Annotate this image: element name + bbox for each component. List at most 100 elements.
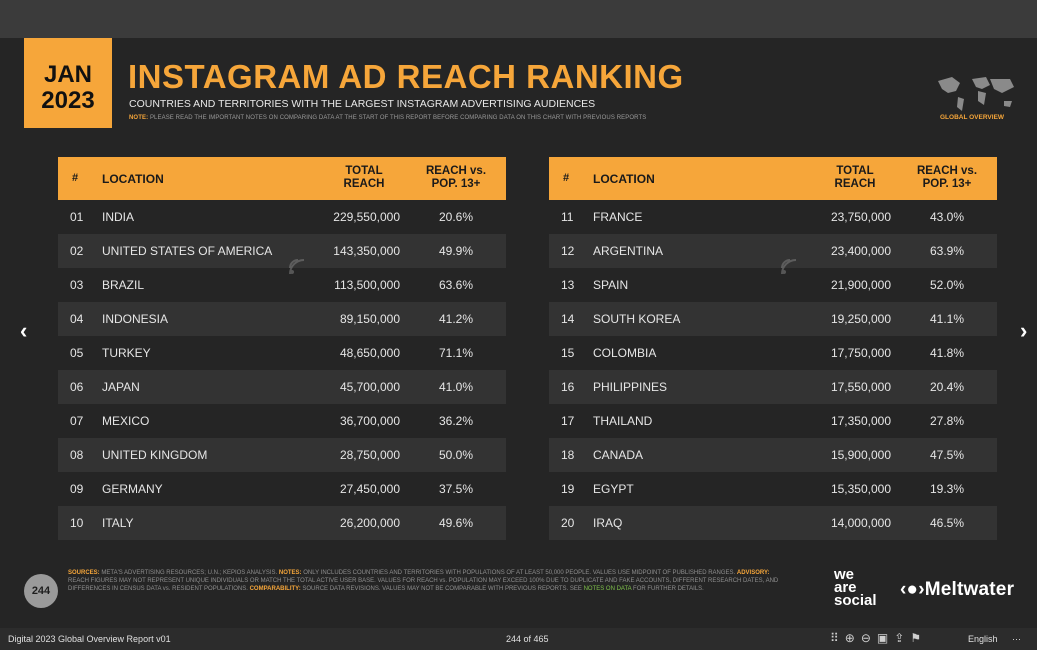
page-subtitle: COUNTRIES AND TERRITORIES WITH THE LARGE… xyxy=(129,98,596,110)
ranking-table-right: # LOCATION TOTAL REACH REACH vs. POP. 13+ … xyxy=(549,157,997,540)
table-row: 11 FRANCE 23,750,000 43.0% xyxy=(549,200,997,234)
language-selector[interactable]: English xyxy=(968,634,998,644)
slide: JAN 2023 INSTAGRAM AD REACH RANKING COUN… xyxy=(0,38,1037,628)
date-year: 2023 xyxy=(41,87,95,114)
flag-icon[interactable]: ⚑ xyxy=(910,631,927,645)
row-reach-vs-pop: 50.0% xyxy=(438,448,474,462)
row-rank: 09 xyxy=(70,482,84,496)
advisory-label: ADVISORY: xyxy=(736,570,770,576)
row-location: COLOMBIA xyxy=(593,346,657,360)
notes-body: ONLY INCLUDES COUNTRIES AND TERRITORIES … xyxy=(303,570,736,576)
table-row: 17 THAILAND 17,350,000 27.8% xyxy=(549,404,997,438)
more-options-button[interactable]: ··· xyxy=(1012,634,1021,644)
note-text: NOTE: PLEASE READ THE IMPORTANT NOTES ON… xyxy=(129,115,646,121)
row-total-reach: 17,350,000 xyxy=(830,414,891,428)
table-row: 19 EGYPT 15,350,000 19.3% xyxy=(549,472,997,506)
next-slide-button[interactable]: › xyxy=(1020,318,1027,344)
row-location: IRAQ xyxy=(593,516,623,530)
note-label: NOTE: xyxy=(129,115,149,121)
logo-line3: social xyxy=(834,592,877,609)
header-total-line1: TOTAL xyxy=(836,165,874,177)
row-rank: 19 xyxy=(561,482,575,496)
row-location: UNITED KINGDOM xyxy=(102,448,208,462)
comparability-end: FOR FURTHER DETAILS. xyxy=(633,586,704,592)
header-total-reach: TOTAL REACH xyxy=(815,165,895,191)
header-total-line2: REACH xyxy=(834,178,876,190)
zoom-out-icon[interactable]: ⊖ xyxy=(861,631,877,645)
meltwater-wordmark: Meltwater xyxy=(924,579,1015,600)
row-reach-vs-pop: 52.0% xyxy=(929,278,965,292)
row-rank: 01 xyxy=(70,210,84,224)
previous-slide-button[interactable]: ‹ xyxy=(20,318,27,344)
row-total-reach: 27,450,000 xyxy=(339,482,400,496)
row-total-reach: 229,550,000 xyxy=(333,210,400,224)
row-location: FRANCE xyxy=(593,210,643,224)
row-location: SOUTH KOREA xyxy=(593,312,681,326)
table-row: 09 GERMANY 27,450,000 37.5% xyxy=(58,472,506,506)
row-total-reach: 36,700,000 xyxy=(339,414,400,428)
date-badge: JAN 2023 xyxy=(24,38,112,128)
header-location: LOCATION xyxy=(593,172,655,186)
row-rank: 08 xyxy=(70,448,84,462)
table-row: 15 COLOMBIA 17,750,000 41.8% xyxy=(549,336,997,370)
row-reach-vs-pop: 20.4% xyxy=(929,380,965,394)
row-total-reach: 143,350,000 xyxy=(333,244,400,258)
row-location: THAILAND xyxy=(593,414,653,428)
table-header: # LOCATION TOTAL REACH REACH vs. POP. 13+ xyxy=(549,157,997,200)
row-rank: 10 xyxy=(70,516,84,530)
table-row: 03 BRAZIL 113,500,000 63.6% xyxy=(58,268,506,302)
table-header: # LOCATION TOTAL REACH REACH vs. POP. 13+ xyxy=(58,157,506,200)
table-row: 08 UNITED KINGDOM 28,750,000 50.0% xyxy=(58,438,506,472)
row-location: CANADA xyxy=(593,448,644,462)
row-rank: 05 xyxy=(70,346,84,360)
table-row: 01 INDIA 229,550,000 20.6% xyxy=(58,200,506,234)
watermark-icon xyxy=(289,259,305,275)
row-location: PHILIPPINES xyxy=(593,380,668,394)
row-reach-vs-pop: 71.1% xyxy=(438,346,474,360)
row-total-reach: 45,700,000 xyxy=(339,380,400,394)
fullscreen-icon[interactable]: ▣ xyxy=(877,631,894,645)
row-reach-vs-pop: 63.6% xyxy=(438,278,474,292)
row-total-reach: 17,550,000 xyxy=(830,380,891,394)
row-total-reach: 19,250,000 xyxy=(830,312,891,326)
row-reach-vs-pop: 43.0% xyxy=(929,210,965,224)
header-total-reach: TOTAL REACH xyxy=(324,165,404,191)
we-are-social-logo: we are social xyxy=(834,567,877,609)
row-total-reach: 15,350,000 xyxy=(830,482,891,496)
row-reach-vs-pop: 19.3% xyxy=(929,482,965,496)
row-location: INDIA xyxy=(102,210,135,224)
row-reach-vs-pop: 63.9% xyxy=(929,244,965,258)
grid-view-icon[interactable]: ⠿ xyxy=(830,631,845,645)
table-row: 07 MEXICO 36,700,000 36.2% xyxy=(58,404,506,438)
comparability-label: COMPARABILITY: xyxy=(249,586,301,592)
header-rank: # xyxy=(72,172,79,184)
row-total-reach: 17,750,000 xyxy=(830,346,891,360)
table-row: 20 IRAQ 14,000,000 46.5% xyxy=(549,506,997,540)
row-total-reach: 23,750,000 xyxy=(830,210,891,224)
row-rank: 13 xyxy=(561,278,575,292)
header-reach-line1: REACH vs. xyxy=(425,165,487,177)
row-reach-vs-pop: 41.1% xyxy=(929,312,965,326)
notes-on-data-link[interactable]: NOTES ON DATA xyxy=(584,586,632,592)
row-reach-vs-pop: 41.0% xyxy=(438,380,474,394)
table-row: 02 UNITED STATES OF AMERICA 143,350,000 49.… xyxy=(58,234,506,268)
share-icon[interactable]: ⇪ xyxy=(894,631,910,645)
meltwater-mark-icon: ‹●› xyxy=(900,579,925,600)
zoom-in-icon[interactable]: ⊕ xyxy=(845,631,861,645)
row-rank: 06 xyxy=(70,380,84,394)
row-total-reach: 113,500,000 xyxy=(334,278,400,292)
row-location: TURKEY xyxy=(102,346,151,360)
row-total-reach: 26,200,000 xyxy=(339,516,400,530)
row-rank: 20 xyxy=(561,516,575,530)
sources-label: SOURCES: xyxy=(68,570,100,576)
document-title: Digital 2023 Global Overview Report v01 xyxy=(8,634,171,644)
header-total-line2: REACH xyxy=(343,178,385,190)
row-total-reach: 15,900,000 xyxy=(830,448,891,462)
sources-text: SOURCES: META'S ADVERTISING RESOURCES; U… xyxy=(68,569,788,593)
table-row: 12 ARGENTINA 23,400,000 63.9% xyxy=(549,234,997,268)
table-row: 18 CANADA 15,900,000 47.5% xyxy=(549,438,997,472)
row-reach-vs-pop: 47.5% xyxy=(929,448,965,462)
row-total-reach: 23,400,000 xyxy=(830,244,891,258)
row-reach-vs-pop: 49.6% xyxy=(438,516,474,530)
row-total-reach: 48,650,000 xyxy=(339,346,400,360)
